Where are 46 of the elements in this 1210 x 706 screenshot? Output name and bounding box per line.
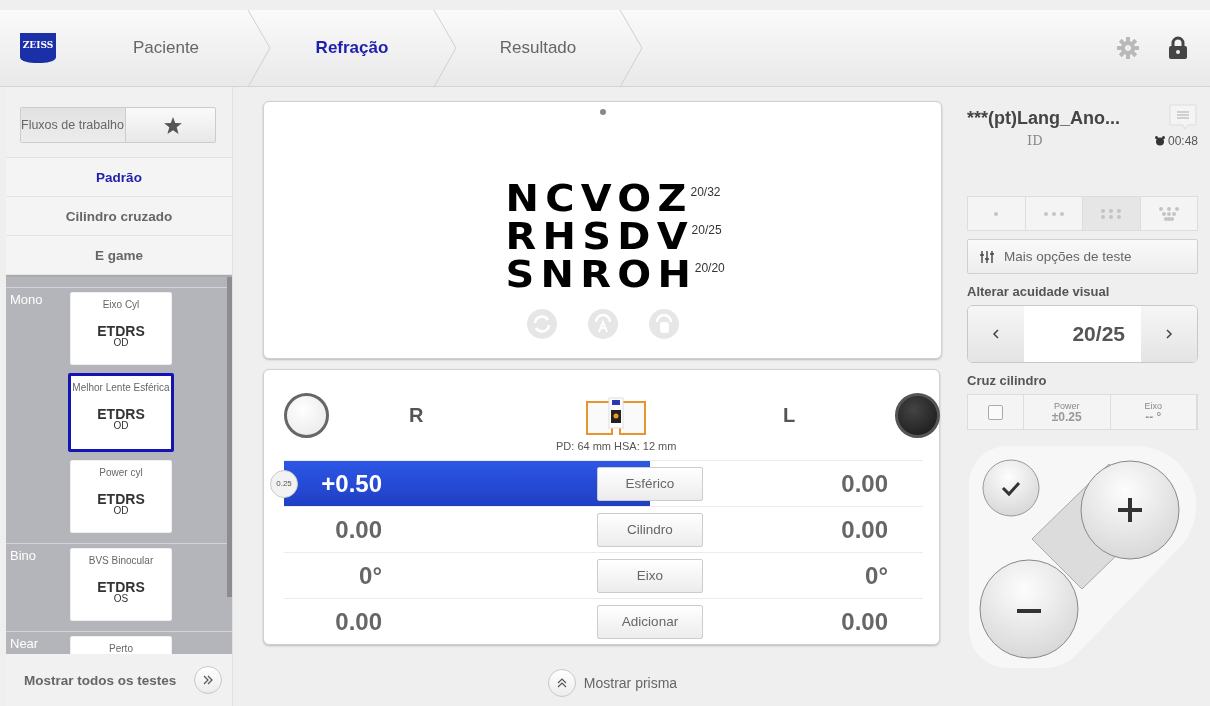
group-label: Mono [9,292,44,309]
left-eye-value[interactable]: 0.00 [841,607,888,635]
acuity-label: 20/20 [694,261,725,275]
parameter-button[interactable]: Esférico [597,466,703,501]
eye-label: R [409,403,424,427]
step-size-badge[interactable]: 0.25 [270,469,298,498]
right-eye-value[interactable]: 0.00 [335,607,382,636]
field-label: Power [1054,401,1080,411]
test-card[interactable]: Melhor Lente Esférica ETDRS OD [68,373,174,452]
acuity-label: 20/25 [691,223,722,237]
field-label: Eixo [1144,401,1162,411]
test-card[interactable]: BVS Binocular ETDRS OS [70,548,172,621]
axis-value: -- ° [1145,410,1162,423]
parameter-button[interactable]: Adicionar [597,604,703,639]
workflow-toggle[interactable]: Fluxos de trabalho [20,107,216,143]
workflows-tab[interactable]: Fluxos de trabalho [21,108,126,142]
section-label: Cruz cilindro [967,373,1048,388]
more-test-options-button[interactable]: Mais opções de teste [967,239,1198,274]
acuity-label: 20/32 [690,185,721,199]
right-eye-value[interactable]: 0.00 [335,515,382,544]
right-eye-value[interactable]: +0.50 [321,469,382,498]
parameter-button[interactable]: Eixo [597,558,703,593]
right-eye-value[interactable]: 0° [359,561,382,590]
eye-label: L [783,403,796,427]
patient-name: ***(pt)Lang_Ano... [967,107,1120,129]
pd-hsa-text: PD: 64 mm HSA: 12 mm [556,440,677,452]
power-value: ±0.25 [1051,410,1082,423]
workflow-step-tab[interactable]: Paciente [86,38,246,58]
workflow-step-tab[interactable]: Refração [272,38,432,58]
workflow-step-tab[interactable]: Resultado [458,38,618,58]
acuity-value: 20/25 [1071,321,1126,347]
patient-id: ID [1027,133,1043,148]
group-label: Near [9,636,40,653]
left-eye-value[interactable]: 0.00 [841,515,888,543]
timer: 00:48 [1167,133,1198,148]
show-all-tests-label: Mostrar todos os testes [24,672,177,688]
test-card[interactable]: Power cyl ETDRS OD [70,460,172,533]
zeiss-logo: ZEISS [20,33,56,63]
show-prism-label: Mostrar prisma [583,675,678,691]
group-label: Bino [9,548,38,565]
left-eye-value[interactable]: 0.00 [841,469,888,497]
test-card[interactable]: Perto [70,636,172,654]
section-label: Alterar acuidade visual [967,284,1111,299]
left-eye-value[interactable]: 0° [865,561,888,589]
parameter-button[interactable]: Cilindro [597,512,703,547]
test-card[interactable]: Eixo Cyl ETDRS OD [70,292,172,365]
